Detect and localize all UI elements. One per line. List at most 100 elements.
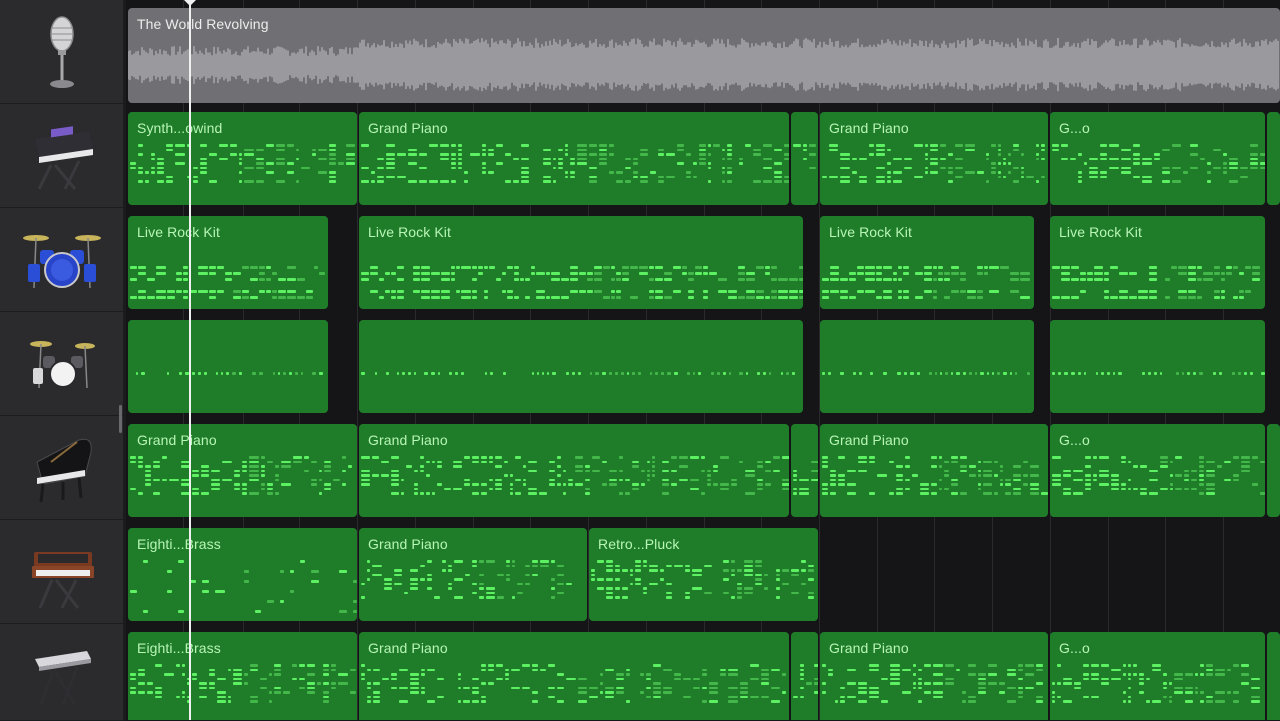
midi-region[interactable]: G...o (1050, 632, 1265, 720)
midi-note (147, 296, 155, 299)
midi-note (729, 372, 731, 375)
midi-note (1052, 372, 1055, 375)
midi-note (437, 695, 444, 698)
midi-region[interactable]: Grand Piano (128, 424, 357, 517)
midi-region[interactable] (359, 320, 803, 413)
midi-region[interactable] (791, 112, 818, 205)
midi-note (484, 296, 488, 299)
midi-region[interactable]: Live Rock Kit (1050, 216, 1265, 309)
midi-note (1199, 474, 1204, 477)
midi-note (318, 148, 327, 151)
midi-note (731, 596, 735, 599)
midi-note (1018, 691, 1023, 694)
midi-region[interactable]: Live Rock Kit (128, 216, 328, 309)
track-lane-3: Live Rock Kit Live Rock Kit Live Rock Kit L… (126, 216, 1280, 309)
midi-region[interactable]: Grand Piano (820, 632, 1048, 720)
midi-region[interactable]: Grand Piano (820, 424, 1048, 517)
midi-region[interactable]: Grand Piano (359, 632, 789, 720)
midi-note (256, 180, 264, 183)
midi-note (1109, 144, 1119, 147)
midi-note (931, 483, 937, 486)
midi-note (1149, 266, 1157, 269)
track-header-vintage-synth[interactable] (0, 520, 123, 624)
midi-note (361, 456, 370, 459)
midi-note (653, 695, 661, 698)
midi-region[interactable]: Retro...Pluck (589, 528, 818, 621)
midi-note (296, 180, 299, 183)
playhead-handle[interactable] (184, 0, 196, 6)
midi-region[interactable] (791, 424, 818, 517)
playhead[interactable] (189, 0, 191, 720)
midi-region[interactable] (791, 632, 818, 720)
midi-note (1215, 700, 1225, 703)
audio-region[interactable]: The World Revolving (128, 8, 1280, 103)
midi-region[interactable]: Grand Piano (359, 528, 587, 621)
midi-region[interactable]: Eighti...Brass (128, 528, 357, 621)
midi-region[interactable]: Grand Piano (820, 112, 1048, 205)
midi-region[interactable] (1267, 632, 1280, 720)
midi-note (1140, 492, 1147, 495)
midi-note (570, 162, 575, 165)
tracks-area[interactable]: The World Revolving Synth...owind Grand Pi… (126, 0, 1280, 720)
midi-note (800, 673, 804, 676)
midi-note (1260, 162, 1265, 165)
midi-note (1214, 296, 1220, 299)
midi-region[interactable]: Synth...owind (128, 112, 357, 205)
track-header-drums-2[interactable] (0, 312, 123, 416)
midi-note (138, 465, 143, 468)
midi-note (1193, 372, 1196, 375)
midi-note (840, 278, 848, 281)
midi-note (761, 677, 769, 680)
midi-note (876, 166, 885, 169)
track-header-synth[interactable] (0, 104, 123, 208)
midi-region[interactable]: G...o (1050, 112, 1265, 205)
midi-note (130, 487, 136, 490)
midi-note (978, 682, 986, 685)
midi-note (592, 469, 600, 472)
track-header-keyboard[interactable] (0, 624, 123, 721)
track-header-drums[interactable] (0, 208, 123, 312)
midi-region[interactable]: G...o (1050, 424, 1265, 517)
midi-note (859, 175, 867, 178)
midi-note (708, 162, 711, 165)
midi-note (451, 278, 455, 281)
midi-note (312, 372, 316, 375)
track-resize-grip[interactable] (119, 405, 122, 433)
midi-note (274, 686, 281, 689)
midi-note (553, 166, 556, 169)
midi-note (1138, 290, 1148, 293)
midi-note (199, 686, 207, 689)
midi-note (570, 266, 578, 269)
midi-note (603, 296, 610, 299)
track-header-piano[interactable] (0, 416, 123, 520)
midi-note (217, 290, 224, 293)
midi-note (531, 266, 535, 269)
midi-region[interactable]: Eighti...Brass (128, 632, 357, 720)
midi-note (525, 564, 530, 567)
midi-region[interactable]: Live Rock Kit (820, 216, 1034, 309)
midi-region[interactable]: Grand Piano (359, 112, 789, 205)
midi-note (130, 296, 137, 299)
midi-note (484, 290, 488, 293)
midi-note (481, 492, 487, 495)
midi-note (890, 673, 900, 676)
midi-note (755, 564, 762, 567)
midi-note (167, 296, 175, 299)
midi-note (1250, 144, 1258, 147)
track-header-audio[interactable] (0, 0, 123, 104)
midi-note (925, 144, 928, 147)
midi-region[interactable]: Live Rock Kit (359, 216, 803, 309)
midi-note (421, 278, 430, 281)
midi-note (1184, 469, 1189, 472)
midi-note (267, 492, 273, 495)
midi-region[interactable]: Grand Piano (359, 424, 789, 517)
midi-region[interactable] (128, 320, 328, 413)
midi-note (626, 700, 630, 703)
midi-region[interactable] (1050, 320, 1265, 413)
midi-region[interactable] (1267, 112, 1280, 205)
midi-note (847, 469, 856, 472)
midi-region[interactable] (820, 320, 1034, 413)
midi-note (551, 587, 555, 590)
midi-note (1170, 487, 1173, 490)
midi-region[interactable] (1267, 424, 1280, 517)
